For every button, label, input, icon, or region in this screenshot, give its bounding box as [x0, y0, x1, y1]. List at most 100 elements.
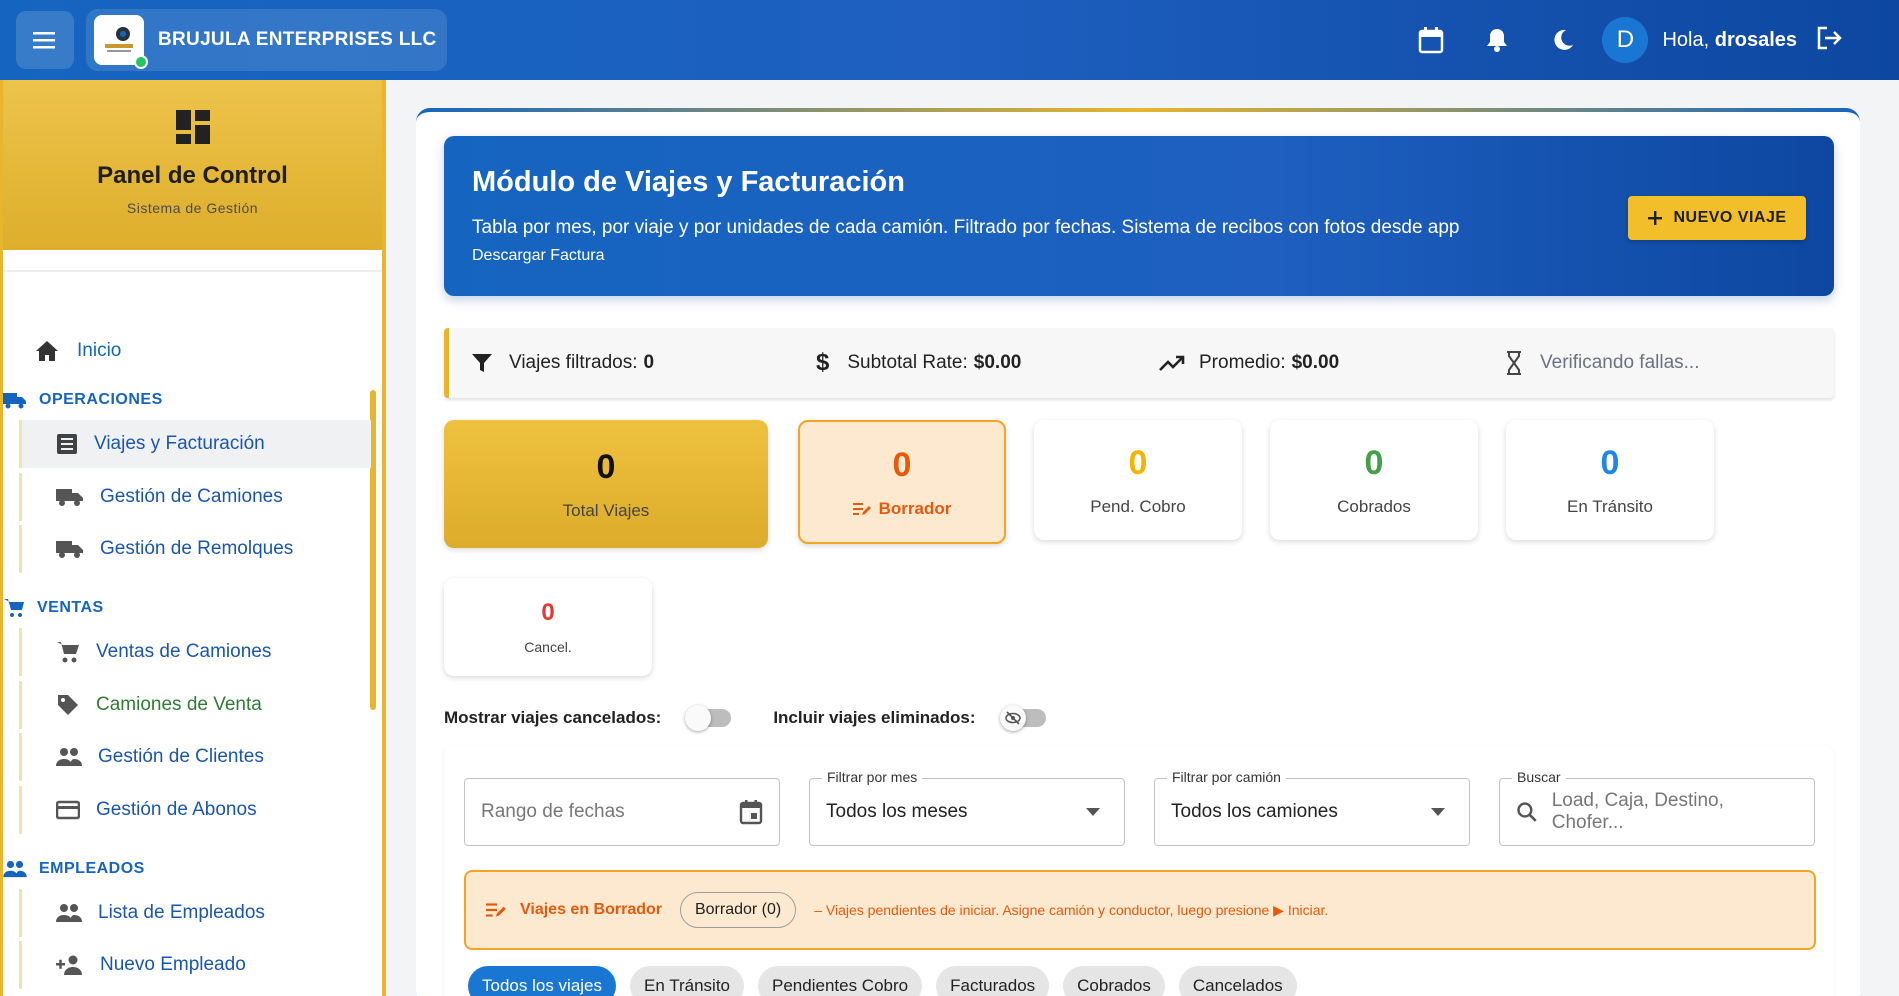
- tag-icon: [58, 695, 78, 715]
- draft-banner-title: Viajes en Borrador: [520, 901, 662, 918]
- main-panel: Módulo de Viajes y Facturación Tabla por…: [416, 108, 1860, 996]
- card-pend-cobro[interactable]: 0 Pend. Cobro: [1034, 420, 1242, 540]
- toggles-row: Mostrar viajes cancelados: Incluir viaje…: [444, 705, 1046, 731]
- card-label: En Tránsito: [1567, 496, 1653, 516]
- eye-off-icon: [1004, 711, 1021, 725]
- draft-banner: Viajes en Borrador Borrador (0) – Viajes…: [464, 870, 1816, 950]
- plus-icon: [1648, 211, 1663, 225]
- tab-en-transito[interactable]: En Tránsito: [630, 966, 745, 996]
- list-icon: [57, 434, 77, 454]
- card-label: Cancel.: [524, 639, 572, 655]
- search-input[interactable]: Buscar Load, Caja, Destino, Chofer...: [1499, 769, 1815, 846]
- sidebar-divider: [3, 270, 382, 272]
- sidebar-title: Panel de Control: [97, 162, 288, 189]
- sidebar-item-abonos[interactable]: Gestión de Abonos: [19, 786, 371, 834]
- stat-value: $0.00: [973, 352, 1022, 373]
- tab-todos[interactable]: Todos los viajes: [468, 966, 617, 996]
- date-range-field[interactable]: Rango de fechas: [464, 778, 780, 846]
- section-operaciones: OPERACIONES: [3, 383, 163, 417]
- sidebar-item-label: Gestión de Camiones: [100, 486, 283, 507]
- edit-note-icon: [852, 502, 871, 515]
- chevron-down-icon: [1431, 808, 1445, 816]
- hourglass-icon: [1507, 351, 1521, 375]
- download-invoice-link[interactable]: Descargar Factura: [472, 247, 1806, 265]
- card-cobrados[interactable]: 0 Cobrados: [1270, 420, 1478, 540]
- stat-filtered: Viajes filtrados: 0: [471, 352, 654, 374]
- card-value: 0: [1364, 443, 1384, 482]
- notifications-button[interactable]: [1464, 7, 1530, 73]
- toggle-cancelados-label: Mostrar viajes cancelados:: [444, 708, 662, 727]
- moon-icon: [1554, 29, 1574, 50]
- sidebar-item-inicio[interactable]: Inicio: [35, 325, 121, 377]
- sidebar-item-label: Nuevo Empleado: [100, 954, 246, 975]
- sidebar-item-nuevo-empleado[interactable]: Nuevo Empleado: [19, 941, 371, 989]
- card-borrador[interactable]: 0 Borrador: [798, 420, 1006, 544]
- cart-icon: [57, 642, 79, 663]
- sidebar-item-label: Inicio: [77, 340, 122, 361]
- truck-icon: [56, 541, 83, 558]
- add-person-icon: [56, 955, 82, 975]
- sidebar-item-ventas-camiones[interactable]: Ventas de Camiones: [19, 628, 371, 676]
- sidebar-item-viajes[interactable]: Viajes y Facturación: [19, 420, 371, 468]
- truck-filter-label: Filtrar por camión: [1167, 769, 1286, 785]
- sidebar-item-remolques[interactable]: Gestión de Remolques: [19, 525, 371, 573]
- stats-bar: Viajes filtrados: 0 $ Subtotal Rate: $0.…: [444, 328, 1834, 398]
- logout-button[interactable]: [1815, 25, 1843, 56]
- card-value: 0: [1128, 443, 1148, 482]
- tab-cancelados[interactable]: Cancelados: [1178, 966, 1297, 996]
- stat-average: Promedio: $0.00: [1159, 352, 1339, 374]
- calendar-icon: [1419, 27, 1444, 54]
- section-ventas: VENTAS: [3, 591, 104, 625]
- sidebar-item-label: Lista de Empleados: [98, 902, 265, 923]
- home-icon: [36, 341, 58, 361]
- card-total-viajes[interactable]: 0 Total Viajes: [444, 420, 768, 548]
- menu-button[interactable]: [16, 11, 74, 69]
- theme-toggle-button[interactable]: [1530, 7, 1596, 73]
- stat-checking: Verificando fallas...: [1506, 351, 1699, 375]
- switch-knob: [999, 705, 1026, 731]
- avatar[interactable]: D: [1602, 17, 1649, 63]
- sidebar-item-label: Gestión de Abonos: [96, 799, 257, 820]
- card-en-transito[interactable]: 0 En Tránsito: [1506, 420, 1714, 540]
- card-label-text: Borrador: [878, 498, 952, 518]
- section-label: EMPLEADOS: [39, 860, 145, 877]
- filter-icon: [472, 354, 492, 372]
- credit-card-icon: [56, 800, 80, 820]
- stat-label: Promedio:: [1199, 352, 1286, 373]
- section-label: VENTAS: [37, 599, 104, 616]
- people-icon: [56, 904, 82, 922]
- trending-up-icon: [1159, 355, 1185, 371]
- card-value: 0: [596, 447, 616, 486]
- draft-count-chip[interactable]: Borrador (0): [679, 892, 797, 928]
- truck-filter-select[interactable]: Filtrar por camión Todos los camiones: [1154, 769, 1470, 846]
- tab-pendientes-cobro[interactable]: Pendientes Cobro: [758, 966, 923, 996]
- sidebar-item-camiones[interactable]: Gestión de Camiones: [19, 473, 371, 521]
- checking-status: Verificando fallas...: [1540, 352, 1700, 373]
- sidebar-item-camiones-venta[interactable]: Camiones de Venta: [19, 681, 371, 729]
- brand[interactable]: BRUJULA ENTERPRISES LLC: [86, 9, 447, 71]
- switch-knob: [685, 705, 712, 731]
- company-logo: [94, 15, 148, 69]
- new-trip-button[interactable]: NUEVO VIAJE: [1628, 196, 1806, 240]
- card-label: Total Viajes: [562, 500, 650, 520]
- calendar-icon[interactable]: [739, 799, 763, 825]
- toggle-eliminados-switch[interactable]: [999, 705, 1046, 731]
- stat-subtotal: $ Subtotal Rate: $0.00: [816, 349, 1021, 377]
- truck-filter-value: Todos los camiones: [1171, 801, 1338, 822]
- calendar-button[interactable]: [1398, 7, 1464, 73]
- card-value: 0: [1600, 443, 1620, 482]
- people-icon: [56, 748, 82, 766]
- section-empleados: EMPLEADOS: [3, 852, 145, 886]
- sidebar-item-lista-empleados[interactable]: Lista de Empleados: [19, 889, 371, 937]
- draft-banner-note: – Viajes pendientes de iniciar. Asigne c…: [814, 901, 1329, 918]
- sidebar-subtitle: Sistema de Gestión: [126, 200, 259, 216]
- card-cancel[interactable]: 0 Cancel.: [444, 578, 652, 676]
- month-filter-select[interactable]: Filtrar por mes Todos los meses: [809, 769, 1125, 846]
- user-greeting: Hola, drosales: [1662, 29, 1797, 52]
- dashboard-icon: [175, 110, 210, 144]
- tab-facturados[interactable]: Facturados: [936, 966, 1050, 996]
- toggle-cancelados-switch[interactable]: [685, 705, 732, 731]
- sidebar-item-clientes[interactable]: Gestión de Clientes: [19, 733, 371, 781]
- search-label: Buscar: [1512, 769, 1566, 785]
- tab-cobrados[interactable]: Cobrados: [1063, 966, 1165, 996]
